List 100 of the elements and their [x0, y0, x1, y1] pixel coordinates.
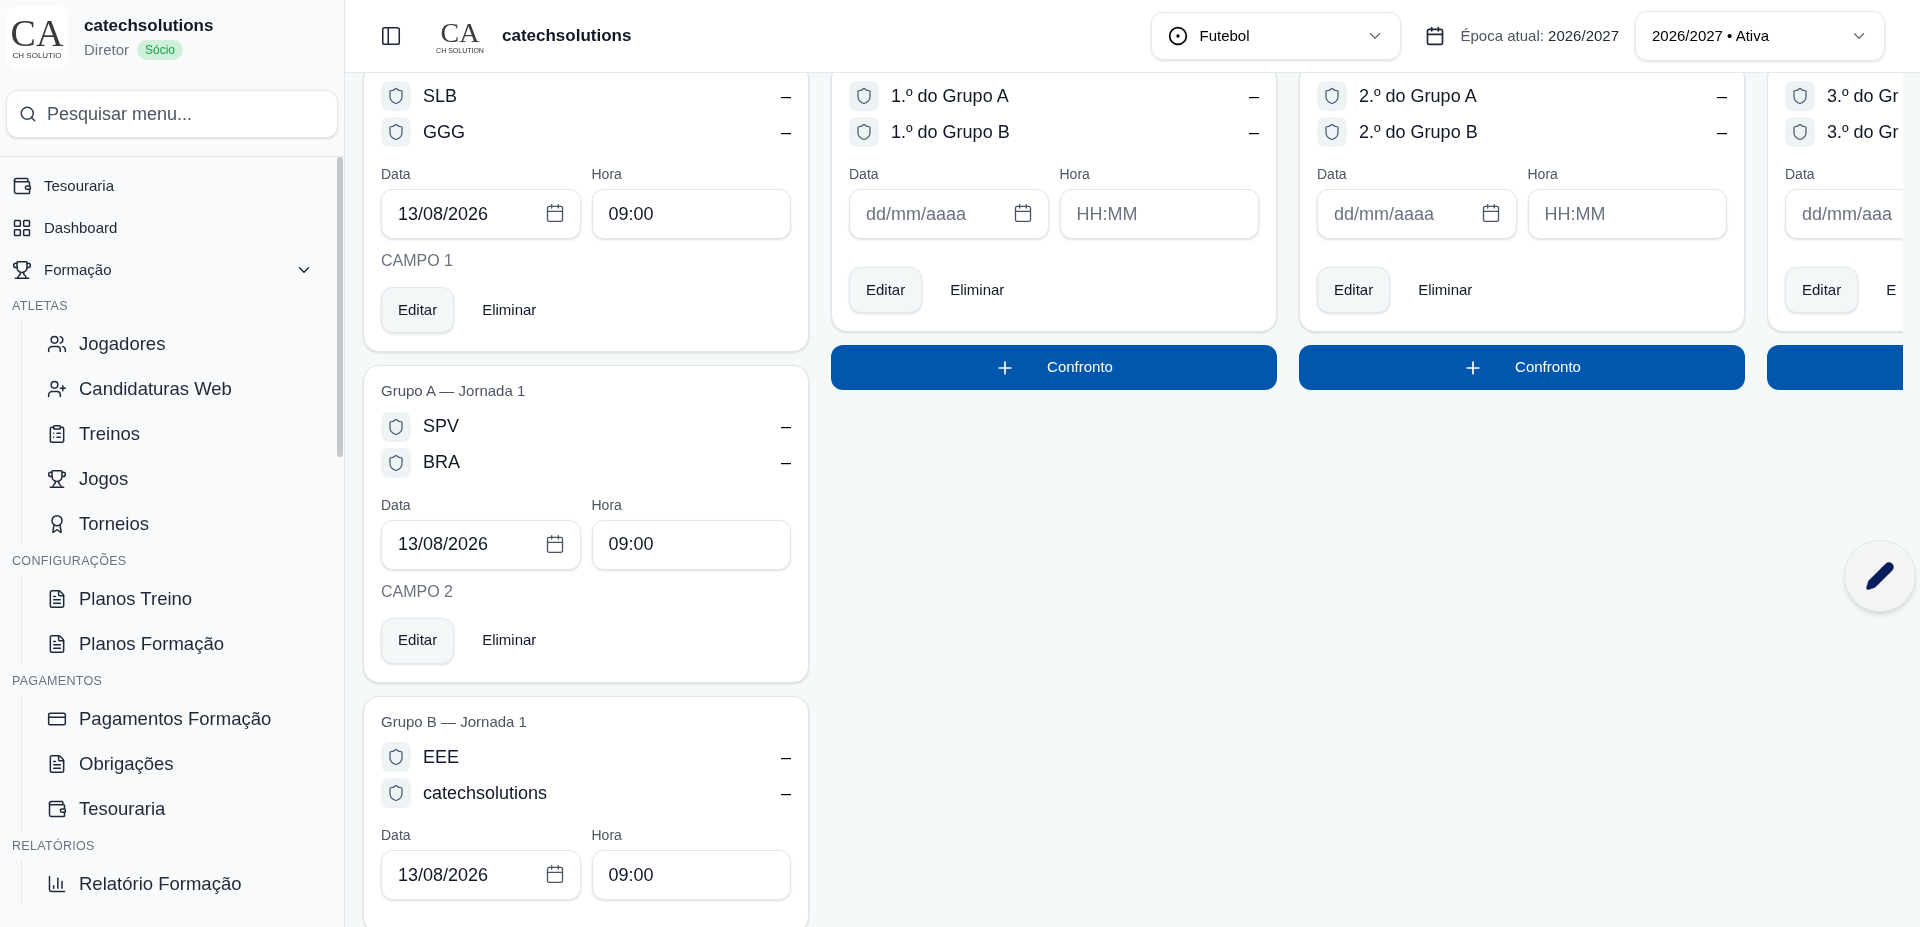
edit-button[interactable]: Editar — [1317, 267, 1391, 313]
team-name: 2.º do Grupo B — [1359, 120, 1479, 144]
team-name: SLB — [423, 84, 459, 108]
date-label: Data — [849, 165, 879, 184]
delete-button[interactable]: Eliminar — [482, 298, 537, 322]
time-field[interactable]: HH:MM — [1527, 189, 1727, 239]
score: – — [781, 84, 791, 108]
nav-item[interactable]: Relatório Formação — [47, 861, 325, 906]
time-field[interactable]: 09:00 — [591, 519, 791, 570]
document-icon — [47, 633, 67, 654]
score: – — [781, 120, 791, 144]
delete-button[interactable]: Eliminar — [482, 629, 537, 652]
sport-select[interactable]: Futebol — [1150, 12, 1401, 60]
edit-button[interactable]: Editar — [1785, 267, 1859, 313]
time-label: Hora — [1527, 165, 1558, 184]
search-field[interactable]: Pesquisar menu... — [6, 90, 338, 138]
shield-icon — [1785, 81, 1815, 111]
nav-item[interactable]: Planos Formação — [47, 621, 325, 666]
nav-item[interactable]: Dashboard — [12, 207, 325, 249]
time-label: Hora — [591, 826, 622, 845]
brand-name: catechsolutions — [502, 25, 632, 48]
calendar-icon — [544, 203, 565, 223]
scrollbar[interactable] — [337, 157, 343, 457]
pencil-icon — [1865, 561, 1895, 591]
wallet-icon — [47, 798, 67, 819]
search-icon — [19, 105, 37, 123]
nav-item[interactable]: Obrigações — [47, 741, 325, 786]
date-field[interactable]: 13/08/2026 — [381, 850, 581, 900]
calendar-icon — [1480, 203, 1501, 223]
shield-icon — [1785, 117, 1815, 147]
section-heading: CONFIGURAÇÕES — [12, 552, 128, 570]
section-heading: RELATÓRIOS — [12, 837, 96, 855]
target-icon — [1167, 26, 1188, 46]
nav-item[interactable]: Jogadores — [47, 321, 325, 366]
calendar-icon — [1012, 203, 1033, 223]
shield-icon — [381, 778, 411, 808]
delete-button[interactable]: Eliminar — [950, 278, 1005, 302]
clipboard-icon — [47, 423, 67, 444]
season-select[interactable]: 2026/2027 • Ativa — [1635, 11, 1885, 61]
score: – — [1717, 84, 1727, 108]
add-match-button[interactable]: Confronto — [831, 345, 1277, 390]
calendar-icon — [544, 533, 565, 554]
nav-item[interactable]: Candidaturas Web — [47, 366, 325, 411]
edit-fab[interactable] — [1844, 540, 1916, 612]
sidebar-toggle-icon[interactable] — [380, 25, 402, 47]
calendar-icon — [1424, 26, 1445, 46]
nav-item[interactable]: Tesouraria — [47, 786, 325, 831]
group-label: Grupo A — Jornada 1 — [381, 381, 527, 401]
date-field[interactable]: dd/mm/aaaa — [1317, 189, 1517, 239]
nav-item[interactable]: Planos Treino — [47, 576, 325, 621]
date-field[interactable]: 13/08/2026 — [381, 189, 581, 239]
date-field[interactable]: dd/mm/aaaa — [849, 189, 1049, 239]
time-field[interactable]: HH:MM — [1059, 189, 1259, 239]
team-name: 1.º do Grupo B — [891, 120, 1011, 144]
edit-button[interactable]: Editar — [381, 617, 455, 664]
time-label: Hora — [591, 495, 622, 515]
group-label: Grupo B — Jornada 1 — [381, 711, 528, 732]
time-field[interactable]: 09:00 — [591, 850, 791, 900]
shield-icon — [849, 117, 879, 147]
field-name: CAMPO 2 — [381, 581, 454, 602]
team-name: 1.º do Grupo A — [891, 84, 1010, 108]
shield-icon — [381, 742, 411, 772]
time-field[interactable]: 09:00 — [591, 189, 791, 239]
shield-icon — [381, 81, 411, 111]
calendar-icon — [544, 864, 565, 884]
trophy-icon — [12, 260, 32, 280]
date-field[interactable]: 13/08/2026 — [381, 519, 581, 570]
shield-icon — [381, 117, 411, 147]
bar-chart-icon — [47, 873, 67, 894]
org-name: catechsolutions — [84, 15, 214, 37]
shield-icon — [381, 447, 411, 478]
shield-icon — [1317, 81, 1347, 111]
team-name: EEE — [423, 745, 461, 769]
date-label: Data — [1785, 165, 1815, 184]
score: – — [781, 451, 791, 474]
role-label: Diretor — [84, 39, 129, 60]
edit-button[interactable]: Editar — [381, 287, 455, 333]
user-plus-icon — [47, 378, 67, 399]
trophy-icon — [47, 468, 67, 489]
edit-button[interactable]: Editar — [849, 267, 923, 313]
grid-icon — [12, 218, 32, 238]
score: – — [1249, 84, 1259, 108]
nav-item[interactable]: Torneios — [47, 501, 325, 546]
nav-item[interactable]: Pagamentos Formação — [47, 696, 325, 741]
nav-group[interactable]: Formação — [12, 249, 325, 291]
team-name: 2.º do Grupo A — [1359, 84, 1478, 108]
time-label: Hora — [1059, 165, 1090, 184]
section-heading: PAGAMENTOS — [12, 672, 104, 690]
delete-button[interactable]: Eliminar — [1418, 278, 1473, 302]
score: – — [781, 781, 791, 805]
score: – — [1717, 120, 1727, 144]
date-field[interactable]: dd/mm/aaa — [1785, 189, 1903, 239]
add-match-button[interactable]: Confronto — [1299, 345, 1745, 390]
nav-item[interactable]: Jogos — [47, 456, 325, 501]
nav-item[interactable]: Treinos — [47, 411, 325, 456]
delete-button[interactable]: E — [1886, 278, 1897, 302]
date-label: Data — [1317, 165, 1347, 184]
date-label: Data — [381, 165, 411, 184]
section-heading: ATLETAS — [12, 297, 69, 315]
nav-item[interactable]: Tesouraria — [12, 165, 325, 207]
